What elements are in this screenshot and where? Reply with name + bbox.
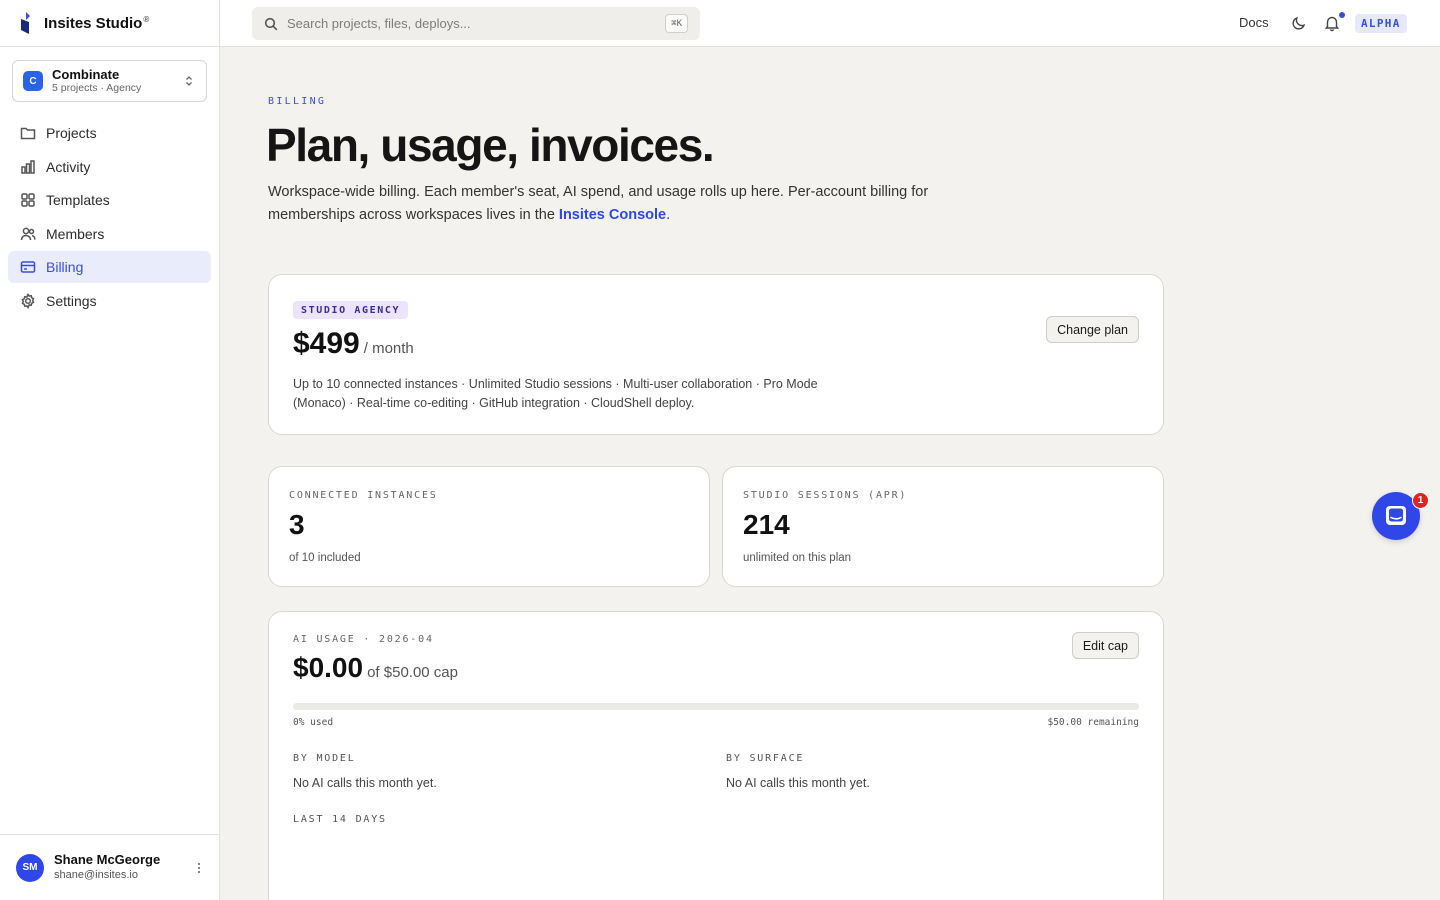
docs-link[interactable]: Docs: [1239, 15, 1269, 30]
by-surface-text: No AI calls this month yet.: [726, 776, 870, 790]
bar-chart-icon: [21, 159, 35, 174]
workspace-avatar: C: [23, 71, 43, 91]
stat-value: 3: [289, 509, 305, 540]
sidebar-item-label: Templates: [46, 192, 110, 209]
stat-card-studio-sessions: STUDIO SESSIONS (APR) 214 unlimited on t…: [722, 466, 1164, 587]
usage-progress-bar: [293, 703, 1139, 710]
insites-logo-icon: [21, 12, 30, 34]
folder-icon: [20, 127, 36, 140]
ai-usage-value: $0.00 of $50.00 cap: [293, 652, 458, 683]
insites-console-link[interactable]: Insites Console: [559, 207, 666, 223]
sidebar-item-label: Members: [46, 225, 105, 242]
workspace-meta: 5 projects · Agency: [52, 82, 142, 94]
search-placeholder: Search projects, files, deploys...: [287, 16, 471, 31]
credit-card-icon: [20, 261, 36, 274]
sidebar-item-projects[interactable]: Projects: [8, 117, 211, 149]
sidebar-nav: Projects Activity Templates Members Bill…: [8, 117, 211, 319]
users-icon: [20, 227, 36, 240]
topbar: Search projects, files, deploys... ⌘K Do…: [220, 0, 1440, 47]
keyboard-shortcut: ⌘K: [665, 14, 688, 33]
stat-sub: unlimited on this plan: [743, 552, 852, 564]
more-vertical-icon[interactable]: [197, 862, 201, 874]
stat-sub: of 10 included: [289, 552, 361, 564]
ai-usage-card: AI USAGE · 2026-04 $0.00 of $50.00 cap Ed…: [268, 611, 1164, 900]
sidebar-item-settings[interactable]: Settings: [8, 285, 211, 317]
chevron-up-down-icon: [186, 76, 192, 86]
chat-unread-badge: 1: [1412, 492, 1429, 509]
sidebar-item-billing[interactable]: Billing: [8, 251, 211, 284]
usage-used-text: 0% used: [293, 717, 334, 728]
alpha-badge: ALPHA: [1355, 14, 1407, 33]
edit-cap-button[interactable]: Edit cap: [1071, 632, 1139, 659]
brand[interactable]: Insites Studio®: [0, 0, 219, 47]
user-name: Shane McGeorge: [54, 852, 161, 867]
page-title: Plan, usage, invoices.: [266, 119, 715, 171]
bell-icon[interactable]: [1324, 14, 1340, 32]
sidebar-item-templates[interactable]: Templates: [8, 184, 211, 216]
plan-badge: STUDIO AGENCY: [293, 301, 409, 319]
stat-label: CONNECTED INSTANCES: [289, 490, 438, 501]
stat-value: 214: [743, 509, 790, 540]
app-name: Insites Studio®: [44, 14, 150, 32]
moon-icon[interactable]: [1291, 15, 1307, 31]
workspace-switcher[interactable]: C Combinate 5 projects · Agency: [12, 60, 207, 102]
page-description: Workspace-wide billing. Each member's se…: [268, 184, 929, 223]
user-email: shane@insites.io: [54, 869, 138, 881]
sidebar-item-activity[interactable]: Activity: [8, 151, 211, 183]
page-eyebrow: BILLING: [268, 96, 327, 107]
last-14-days-label: LAST 14 DAYS: [293, 814, 387, 825]
change-plan-button[interactable]: Change plan: [1046, 316, 1139, 343]
stat-card-connected-instances: CONNECTED INSTANCES 3 of 10 included: [268, 466, 710, 587]
notification-dot: [1339, 12, 1345, 18]
search-icon: [264, 17, 278, 30]
by-surface-label: BY SURFACE: [726, 753, 805, 764]
avatar: SM: [16, 853, 44, 882]
plan-features: Up to 10 connected instances · Unlimited…: [293, 377, 818, 410]
by-model-text: No AI calls this month yet.: [293, 776, 437, 790]
user-profile[interactable]: SM Shane McGeorge shane@insites.io: [0, 834, 219, 900]
sidebar-item-label: Billing: [46, 259, 84, 276]
grid-icon: [21, 193, 35, 207]
sidebar-item-label: Settings: [46, 292, 97, 309]
sidebar-item-members[interactable]: Members: [8, 218, 211, 250]
sidebar-item-label: Activity: [46, 158, 91, 175]
stat-label: STUDIO SESSIONS (APR): [743, 490, 908, 501]
search-input[interactable]: Search projects, files, deploys... ⌘K: [252, 7, 700, 40]
gear-icon: [21, 293, 35, 309]
sidebar-item-label: Projects: [46, 125, 97, 141]
by-model-label: BY MODEL: [293, 753, 356, 764]
usage-remaining-text: $50.00 remaining: [1047, 717, 1139, 728]
chat-icon: [1386, 506, 1406, 525]
workspace-name: Combinate: [52, 67, 120, 82]
plan-card: STUDIO AGENCY $499/ month Up to 10 conne…: [268, 274, 1164, 435]
ai-usage-label: AI USAGE · 2026-04: [293, 634, 434, 645]
plan-price: $499/ month: [293, 327, 414, 360]
sidebar: Insites Studio® C Combinate 5 projects ·…: [0, 0, 220, 900]
